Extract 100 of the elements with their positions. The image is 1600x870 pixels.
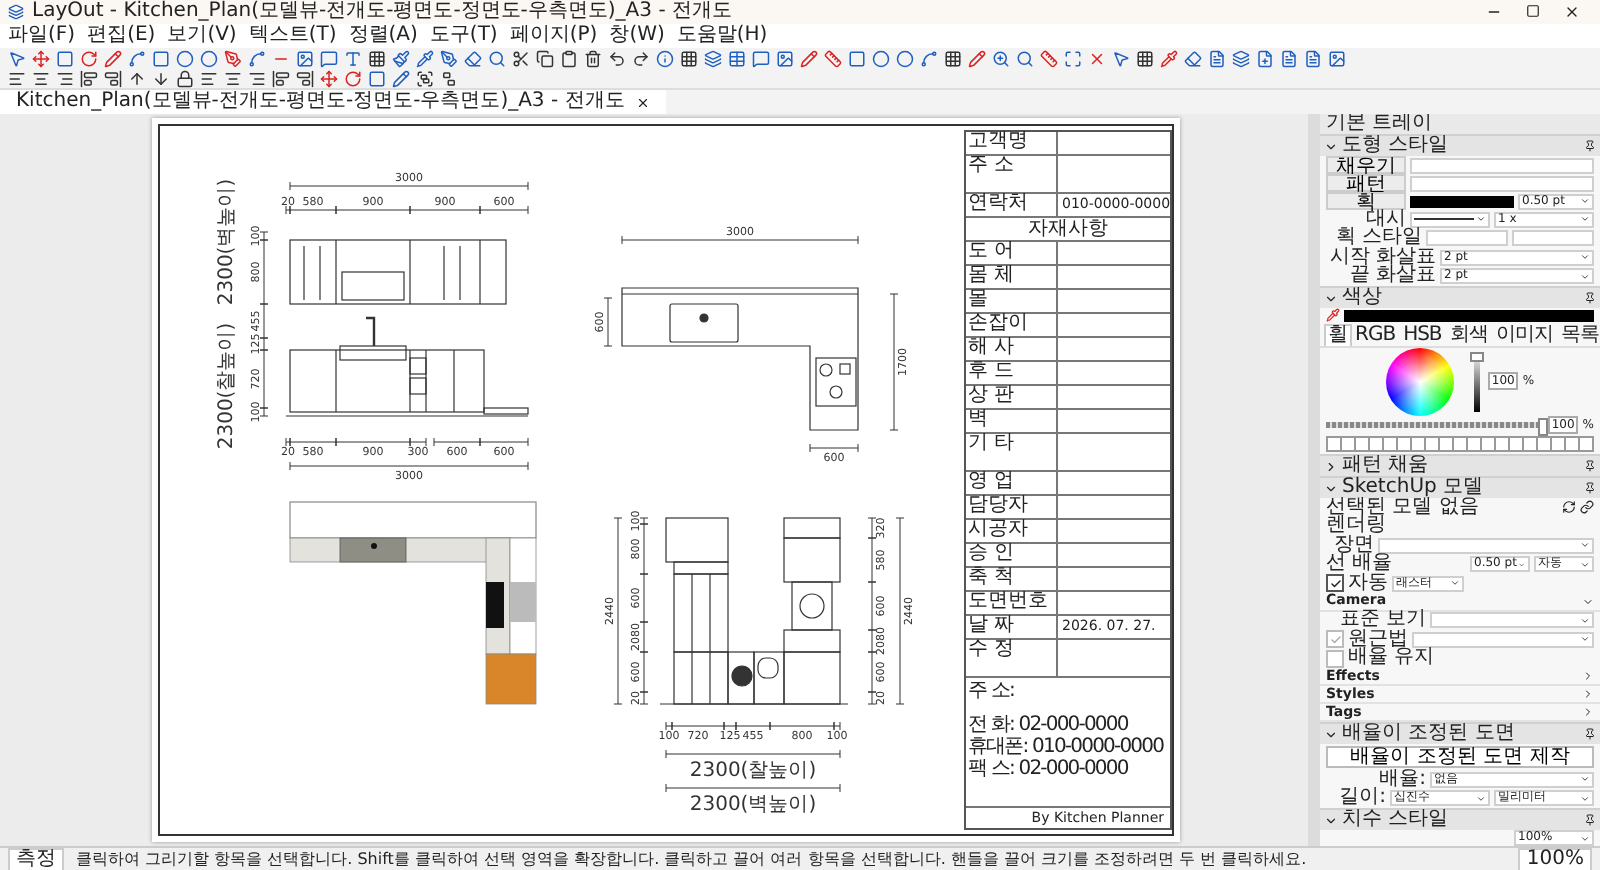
document-icon[interactable]	[1304, 49, 1322, 67]
zoom-in-icon[interactable]	[992, 49, 1010, 67]
checkbox[interactable]	[1326, 574, 1344, 593]
chevron-down-icon[interactable]	[1324, 727, 1338, 741]
circle-icon[interactable]	[200, 49, 218, 67]
trash-icon[interactable]	[584, 49, 602, 67]
pen-icon[interactable]	[440, 49, 458, 67]
document-tab[interactable]: Kitchen_Plan(모델뷰-전개도-평면도-정면도-우측면도)_A3 - 전개도	[0, 90, 667, 114]
color-tab[interactable]: RGB	[1351, 323, 1400, 346]
pencil-icon[interactable]	[104, 49, 122, 67]
chevron-down-icon[interactable]	[1324, 813, 1338, 827]
menu-item[interactable]: 창(W)	[609, 24, 665, 48]
rotate-icon[interactable]	[344, 69, 362, 87]
align-top-icon[interactable]	[272, 69, 290, 87]
curve-icon[interactable]	[128, 49, 146, 67]
pin-icon[interactable]	[1584, 292, 1596, 304]
color-tab[interactable]: 휠	[1324, 323, 1351, 346]
fit-icon[interactable]	[1064, 49, 1082, 67]
fill-swatch[interactable]	[1410, 157, 1594, 173]
grid-icon[interactable]	[368, 49, 386, 67]
speech-bubble-icon[interactable]	[320, 49, 338, 67]
slider-thumb[interactable]	[1537, 417, 1548, 436]
search-icon[interactable]	[1016, 49, 1034, 67]
pattern-button[interactable]: 패턴	[1326, 174, 1406, 192]
close-icon[interactable]	[636, 95, 651, 109]
document-icon[interactable]	[1280, 49, 1298, 67]
close-icon[interactable]	[1564, 4, 1580, 20]
rectangle-icon[interactable]	[848, 49, 866, 67]
color-swatch-grid[interactable]	[1326, 435, 1594, 452]
align-bottom-icon[interactable]	[296, 69, 314, 87]
image-icon[interactable]	[1328, 49, 1346, 67]
menu-item[interactable]: 보기(V)	[167, 24, 237, 48]
eyedropper-icon[interactable]	[1326, 308, 1340, 323]
speech-bubble-icon[interactable]	[752, 49, 770, 67]
arrow-up-icon[interactable]	[128, 69, 146, 87]
menu-item[interactable]: 텍스트(T)	[248, 24, 337, 48]
maximize-icon[interactable]	[1526, 4, 1540, 18]
paintbrush-icon[interactable]	[392, 49, 410, 67]
grid-icon[interactable]	[680, 49, 698, 67]
color-tab[interactable]: 회색	[1445, 323, 1492, 346]
align-right-icon[interactable]	[56, 69, 74, 87]
stroke-color-swatch[interactable]	[1410, 195, 1514, 207]
curve-icon[interactable]	[248, 49, 266, 67]
pointer-icon[interactable]	[1112, 49, 1130, 67]
chevron-down-icon[interactable]	[1324, 481, 1338, 495]
align-top-icon[interactable]	[80, 69, 98, 87]
chevron-down-icon[interactable]	[1324, 291, 1338, 305]
document-icon[interactable]	[1256, 49, 1274, 67]
layers-icon[interactable]	[704, 49, 722, 67]
section-header[interactable]: SketchUp 모델	[1320, 476, 1600, 498]
line-style-dropdown[interactable]	[1410, 211, 1490, 228]
pattern-swatch[interactable]	[1410, 175, 1594, 191]
grid-icon[interactable]	[1136, 49, 1154, 67]
slider-thumb[interactable]	[1469, 351, 1484, 362]
section-header[interactable]: 색상	[1320, 286, 1600, 308]
section-header[interactable]: 도형 스타일	[1320, 134, 1600, 156]
eyedropper-icon[interactable]	[1160, 49, 1178, 67]
document-icon[interactable]	[1208, 49, 1226, 67]
rectangle-icon[interactable]	[56, 49, 74, 67]
pen-icon[interactable]	[224, 49, 242, 67]
image-icon[interactable]	[776, 49, 794, 67]
pin-icon[interactable]	[1584, 482, 1596, 494]
eraser-icon[interactable]	[464, 49, 482, 67]
scissors-icon[interactable]	[512, 49, 530, 67]
circle-icon[interactable]	[176, 49, 194, 67]
image-icon[interactable]	[296, 49, 314, 67]
pencil-icon[interactable]	[392, 69, 410, 87]
ungroup-icon[interactable]	[440, 69, 458, 87]
pointer-icon[interactable]	[8, 49, 26, 67]
circle-icon[interactable]	[872, 49, 890, 67]
undo-icon[interactable]	[608, 49, 626, 67]
link-icon[interactable]	[1580, 500, 1594, 515]
grid-icon[interactable]	[944, 49, 962, 67]
stroke-button[interactable]: 획	[1326, 192, 1406, 210]
align-center-icon[interactable]	[32, 69, 50, 87]
redo-icon[interactable]	[632, 49, 650, 67]
align-right-icon[interactable]	[248, 69, 266, 87]
pin-icon[interactable]	[1584, 728, 1596, 740]
color-tab[interactable]: 목록	[1556, 323, 1600, 346]
move-icon[interactable]	[320, 69, 338, 87]
section-header[interactable]: 치수 스타일	[1320, 808, 1600, 830]
color-wheel[interactable]	[1385, 347, 1454, 416]
color-tab[interactable]: HSB	[1399, 323, 1446, 346]
pin-icon[interactable]	[1584, 814, 1596, 826]
arrow-down-icon[interactable]	[152, 69, 170, 87]
info-icon[interactable]	[656, 49, 674, 67]
pin-icon[interactable]	[1584, 460, 1596, 472]
curve-icon[interactable]	[920, 49, 938, 67]
menu-item[interactable]: 도움말(H)	[676, 24, 768, 48]
eraser-icon[interactable]	[1184, 49, 1202, 67]
fill-button[interactable]: 채우기	[1326, 156, 1406, 174]
menu-item[interactable]: 편집(E)	[87, 24, 156, 48]
clipboard-icon[interactable]	[560, 49, 578, 67]
checkbox[interactable]	[1326, 630, 1344, 649]
rotate-icon[interactable]	[80, 49, 98, 67]
section-header[interactable]: 패턴 채움	[1320, 454, 1600, 476]
make-scaled-drawing-button[interactable]: 배율이 조정된 도면 제작	[1326, 746, 1594, 768]
color-tab[interactable]: 이미지	[1491, 323, 1557, 346]
menu-item[interactable]: 도구(T)	[429, 24, 498, 48]
align-center-icon[interactable]	[224, 69, 242, 87]
